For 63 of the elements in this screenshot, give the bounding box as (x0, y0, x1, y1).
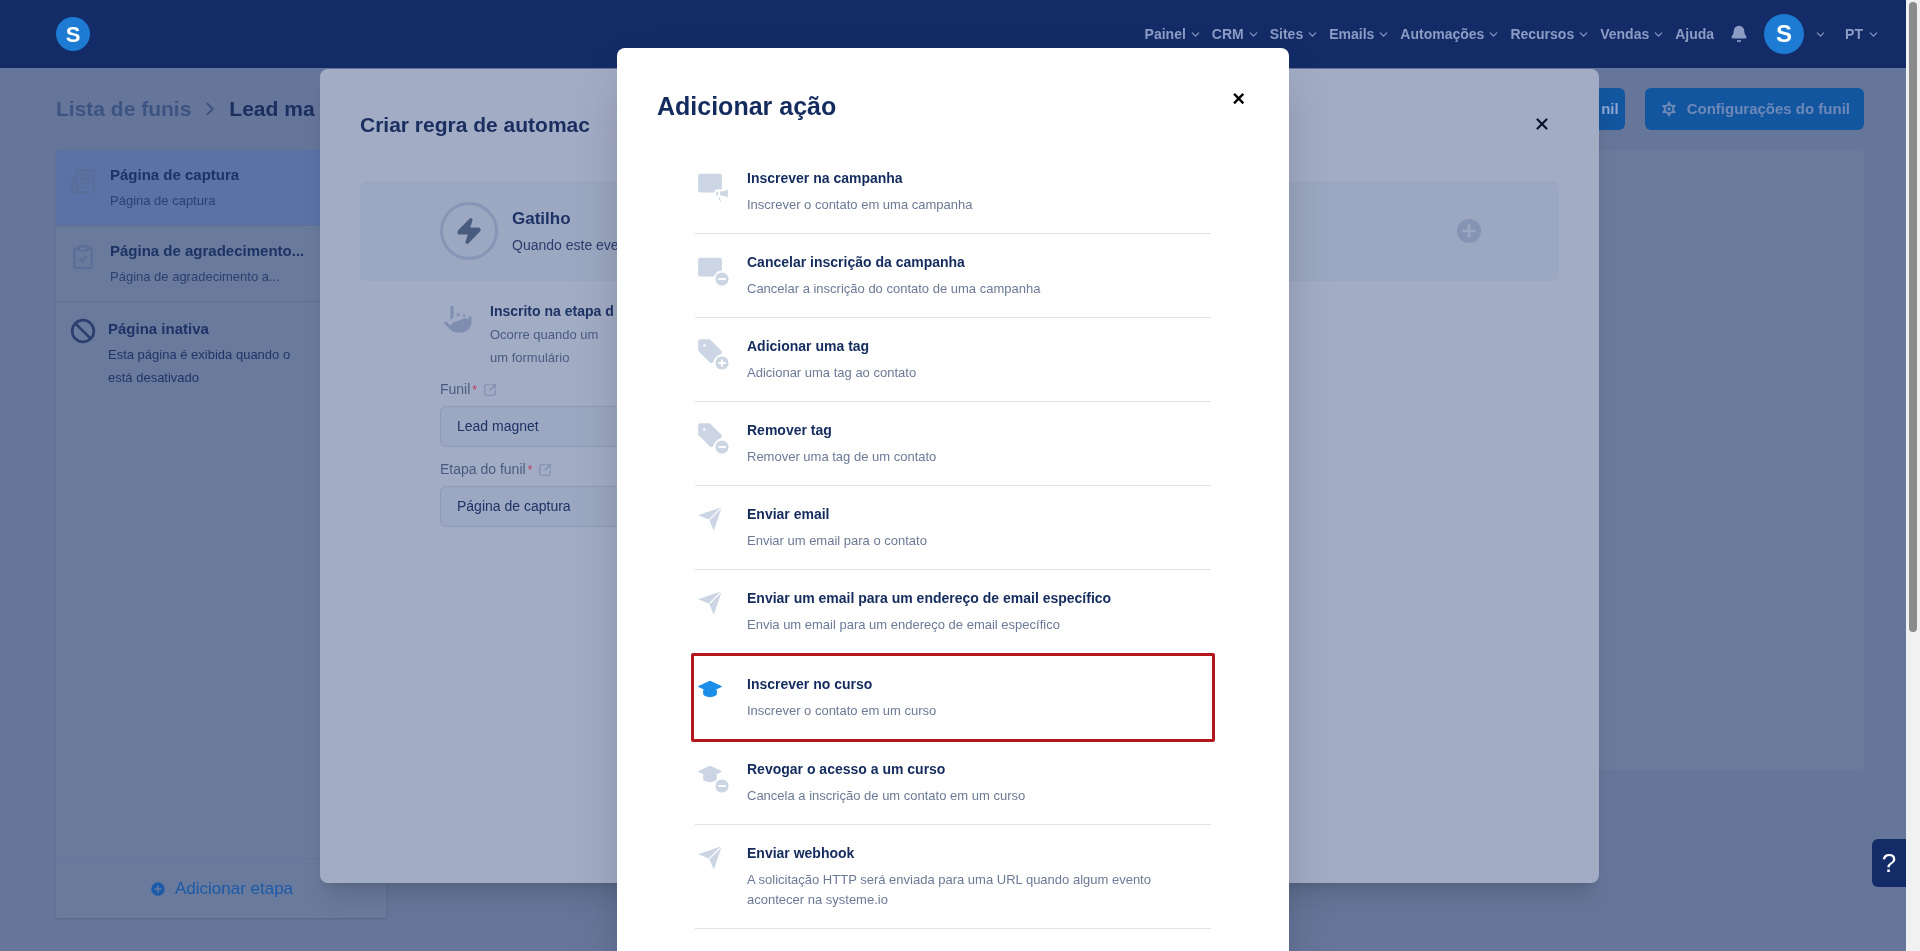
field-label: Etapa do funil (440, 460, 526, 479)
nav-link[interactable]: Ajuda (1675, 23, 1715, 45)
trigger-text: Quando este eve (512, 236, 619, 256)
trigger-title: Gatilho (512, 207, 572, 230)
nav-menu-item[interactable]: Sites (1269, 23, 1320, 45)
nav-menu-item[interactable]: Recursos (1510, 23, 1591, 45)
close-icon[interactable] (1533, 115, 1551, 133)
action-option[interactable]: Enviar webhook A solicitação HTTP será enviada para uma URL quando algum evento acontecer na systeme.io (695, 824, 1211, 929)
plus-circle-icon (148, 879, 167, 898)
action-description: Envia um email para um endereço de email específico (747, 615, 1061, 634)
action-title: Remover tag (747, 420, 833, 440)
action-option[interactable]: Remover tag Remover uma tag de um contato (695, 401, 1211, 486)
action-description: Inscrever o contato em um curso (747, 701, 937, 720)
action-option[interactable]: Adicionar uma tag Adicionar uma tag ao contato (695, 317, 1211, 402)
action-title: Revogar o acesso a um curso (747, 759, 947, 779)
step-description: está desativado (108, 369, 201, 387)
step-title: Página inativa (108, 319, 210, 339)
close-button[interactable]: × (1232, 88, 1245, 110)
event-title: Inscrito na etapa d (490, 302, 614, 321)
action-title: Enviar webhook (747, 843, 856, 863)
nav-menu-item[interactable]: Emails (1329, 23, 1391, 45)
help-button[interactable]: ? (1872, 839, 1906, 887)
action-description: Enviar um email para o contato (747, 531, 927, 550)
action-option[interactable]: Enviar email Enviar um email para o contato (695, 485, 1211, 570)
inactive-icon (70, 318, 96, 344)
step-title: Página de agradecimento... (110, 241, 305, 261)
dialog-title: Adicionar ação (657, 91, 837, 122)
action-title: Inscrever no curso (747, 674, 874, 694)
user-avatar[interactable]: S (1764, 14, 1805, 54)
action-description: Adicionar uma tag ao contato (747, 363, 917, 382)
action-title: Enviar um email para um endereço de email específico (747, 588, 1112, 608)
nav-menu-item[interactable]: Automações (1400, 23, 1501, 45)
logo[interactable]: S (56, 17, 90, 51)
step-title: Página de captura (110, 165, 240, 185)
event-description: Ocorre quando um (490, 326, 600, 344)
action-title: Inscrever na campanha (747, 168, 904, 188)
field-label: Funil (440, 380, 471, 399)
event-description: um formulário (490, 348, 571, 367)
action-title: Cancelar inscrição da campanha (747, 252, 966, 272)
required-mark: * (472, 381, 478, 399)
nav-menu-item[interactable]: Painel (1144, 23, 1202, 45)
action-description: Cancela a inscrição de um contato em um curso (747, 786, 1026, 805)
nav-menu-item[interactable]: Vendas (1600, 23, 1666, 45)
action-title: Enviar email (747, 504, 831, 524)
action-option[interactable]: Cancelar inscrição da campanha Cancelar a inscrição do contato de uma campanha (695, 233, 1211, 318)
dialog-title: Criar regra de automac (360, 112, 590, 138)
nav-menu-item[interactable]: CRM (1211, 23, 1260, 45)
action-description: A solicitação HTTP será enviada para uma URL quando algum evento acontecer na systeme.io (747, 870, 1152, 909)
action-title: Adicionar uma tag (747, 336, 871, 356)
step-subtitle: Página de agradecimento a... (110, 267, 281, 286)
step-description: Esta página é exibida quando o (108, 345, 291, 364)
language-selector[interactable]: PT (1845, 23, 1880, 45)
action-description: Remover uma tag de um contato (747, 447, 937, 466)
breadcrumb-current: Lead ma (229, 96, 315, 123)
action-option[interactable]: Enviar um email para um endereço de email específico Envia um email para um endereço de email específico (695, 569, 1211, 654)
action-option[interactable]: Revogar o acesso a um curso Cancela a inscrição de um contato em um curso (695, 740, 1211, 825)
notification-bell-icon[interactable] (1730, 25, 1749, 43)
lightning-icon (440, 202, 498, 260)
action-description: Cancelar a inscrição do contato de uma campanha (747, 279, 1041, 298)
action-description: Inscrever o contato em uma campanha (747, 195, 973, 214)
required-mark: * (527, 461, 533, 479)
action-option[interactable]: Inscrever no curso Inscrever o contato em um curso (691, 652, 1215, 742)
action-option[interactable]: Inscrever na campanha Inscrever o contato em uma campanha (695, 149, 1211, 234)
